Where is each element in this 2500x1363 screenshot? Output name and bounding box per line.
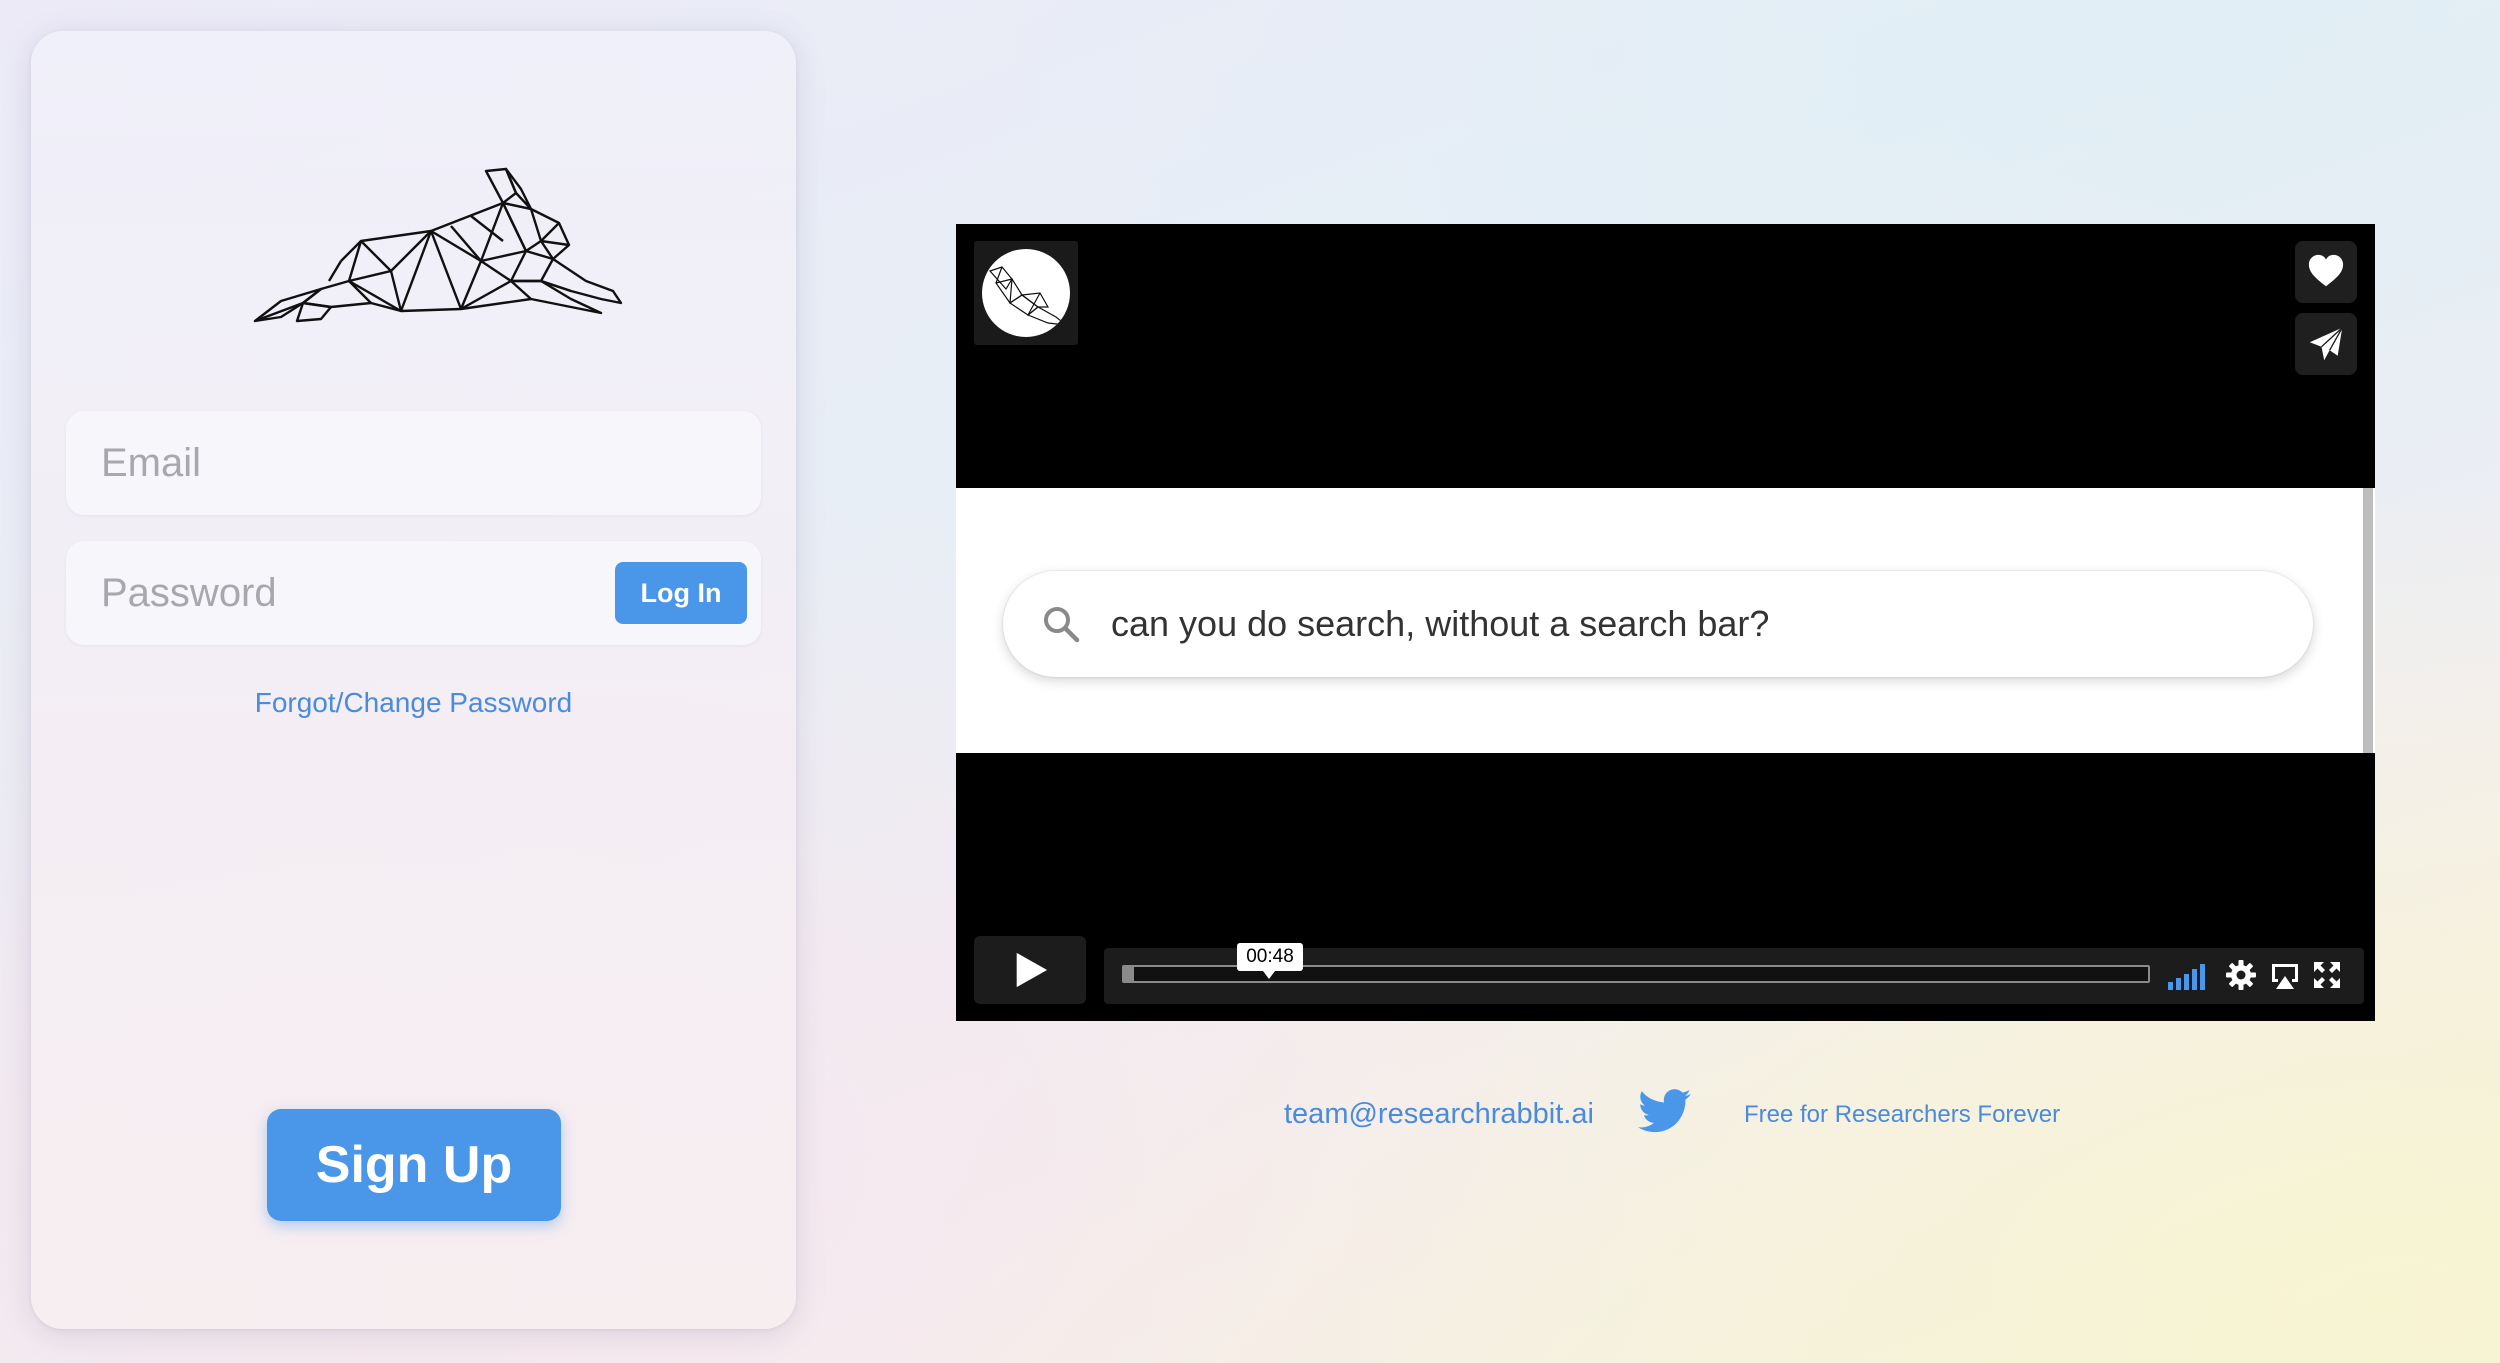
player-controls: 00:48 [956,924,2375,1004]
gear-icon[interactable] [2226,960,2256,990]
contact-email-link[interactable]: team@researchrabbit.ai [1284,1098,1594,1131]
password-input[interactable] [99,569,583,617]
share-button[interactable] [2295,313,2357,375]
play-button[interactable] [974,936,1086,1004]
like-button[interactable] [2295,241,2357,303]
progress-fill [1124,967,1135,981]
paper-plane-icon [2309,327,2343,361]
channel-badge[interactable] [974,241,1078,345]
email-field[interactable] [66,411,761,515]
airplay-icon[interactable] [2270,961,2300,991]
login-button[interactable]: Log In [615,562,747,624]
play-icon [1016,952,1048,988]
footer-tagline: Free for Researchers Forever [1744,1101,2061,1128]
forgot-password-link[interactable]: Forgot/Change Password [31,687,796,719]
email-input[interactable] [99,439,583,487]
video-player[interactable]: can you do search, without a search bar? [956,224,2375,1021]
magnifier-icon [1044,607,1080,643]
control-bar: 00:48 [1104,943,2364,1004]
fullscreen-icon[interactable] [2314,962,2340,988]
video-frame: can you do search, without a search bar? [956,488,2375,753]
password-field[interactable]: Log In [66,541,761,645]
video-frame-search-bar: can you do search, without a search bar? [1003,571,2313,677]
twitter-bird-icon[interactable] [1638,1088,1692,1134]
heart-icon [2308,254,2344,287]
time-tooltip: 00:48 [1237,943,1303,979]
video-frame-search-text: can you do search, without a search bar? [1111,603,1770,644]
login-card: Log In Forgot/Change Password Sign Up [31,31,796,1329]
rabbit-logo-icon [253,167,623,323]
signup-button[interactable]: Sign Up [267,1109,561,1221]
rabbit-logo-icon [988,266,1068,326]
video-frame-scrollbar [2363,488,2373,753]
avatar [982,249,1070,337]
volume-bars-icon[interactable] [2168,962,2212,990]
